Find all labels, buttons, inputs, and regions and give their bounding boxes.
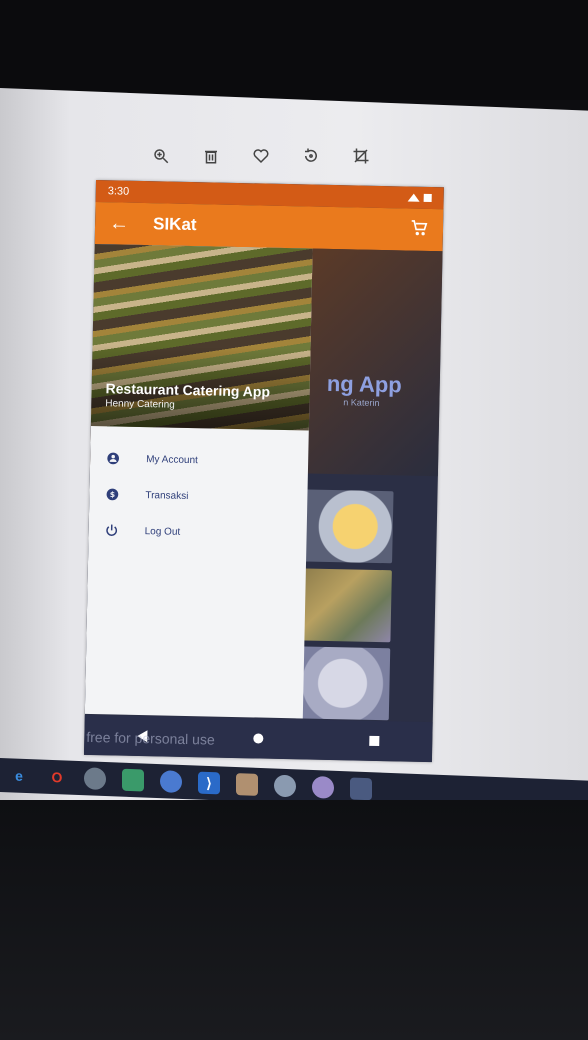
chat-icon[interactable] [84, 767, 106, 791]
rotate-icon[interactable] [300, 145, 322, 167]
photos-icon[interactable] [350, 777, 372, 801]
browser-icon[interactable] [160, 770, 182, 793]
account-circle-icon [106, 451, 120, 465]
watermark-text: free for personal use [86, 728, 215, 748]
vscode-icon[interactable]: ⟩ [198, 771, 220, 795]
monitor-bezel-bottom [0, 800, 588, 1040]
drawer-title: Restaurant Catering App [105, 380, 271, 400]
home-banner-subtitle: n Katerin [343, 397, 380, 408]
menu-item-log-out[interactable]: Log Out [88, 512, 307, 553]
menu-item-label: Log Out [144, 525, 181, 538]
svg-text:$: $ [110, 490, 115, 499]
cart-icon[interactable] [409, 217, 430, 242]
delete-icon[interactable] [200, 145, 222, 167]
app-bar: ← SIKat [94, 201, 444, 252]
battery-icon [423, 193, 432, 203]
menu-item-transaksi[interactable]: $ Transaksi [89, 476, 308, 517]
back-arrow-icon[interactable]: ← [109, 212, 131, 235]
opera-icon[interactable]: O [46, 766, 68, 789]
dollar-circle-icon: $ [105, 487, 119, 501]
wifi-icon [407, 193, 420, 202]
nav-home-icon[interactable] [253, 733, 264, 744]
menu-tile-image[interactable] [298, 489, 394, 564]
menu-item-my-account[interactable]: My Account [90, 440, 309, 481]
heart-icon[interactable] [250, 145, 272, 167]
notes-icon[interactable] [122, 768, 144, 792]
phone-screenshot: 3:30 ← SIKat ng App n Katerin Restaurant… [83, 180, 444, 763]
zoom-icon[interactable] [150, 145, 172, 167]
navigation-drawer: Restaurant Catering App Henny Catering M… [84, 243, 313, 719]
home-banner-title: ng App [326, 370, 403, 398]
photo-viewer-toolbar [150, 140, 400, 172]
status-icons [407, 193, 432, 203]
folder-icon[interactable] [236, 773, 258, 796]
app-title: SIKat [152, 214, 197, 235]
menu-item-label: Transaksi [145, 489, 189, 502]
crop-icon[interactable] [350, 145, 372, 167]
drawer-subtitle: Henny Catering [105, 398, 175, 411]
power-icon [105, 523, 119, 537]
status-time: 3:30 [107, 185, 130, 198]
drawer-menu: My Account $ Transaksi Log Out [88, 440, 308, 553]
media-icon[interactable] [312, 775, 334, 799]
menu-item-label: My Account [146, 453, 198, 466]
cloud-icon[interactable] [274, 774, 296, 798]
monitor-bezel-top [0, 0, 588, 100]
menu-tile-image[interactable] [296, 568, 392, 643]
edge-icon[interactable]: e [8, 764, 30, 787]
nav-recent-icon[interactable] [369, 735, 380, 747]
menu-tile-image[interactable] [294, 646, 391, 721]
